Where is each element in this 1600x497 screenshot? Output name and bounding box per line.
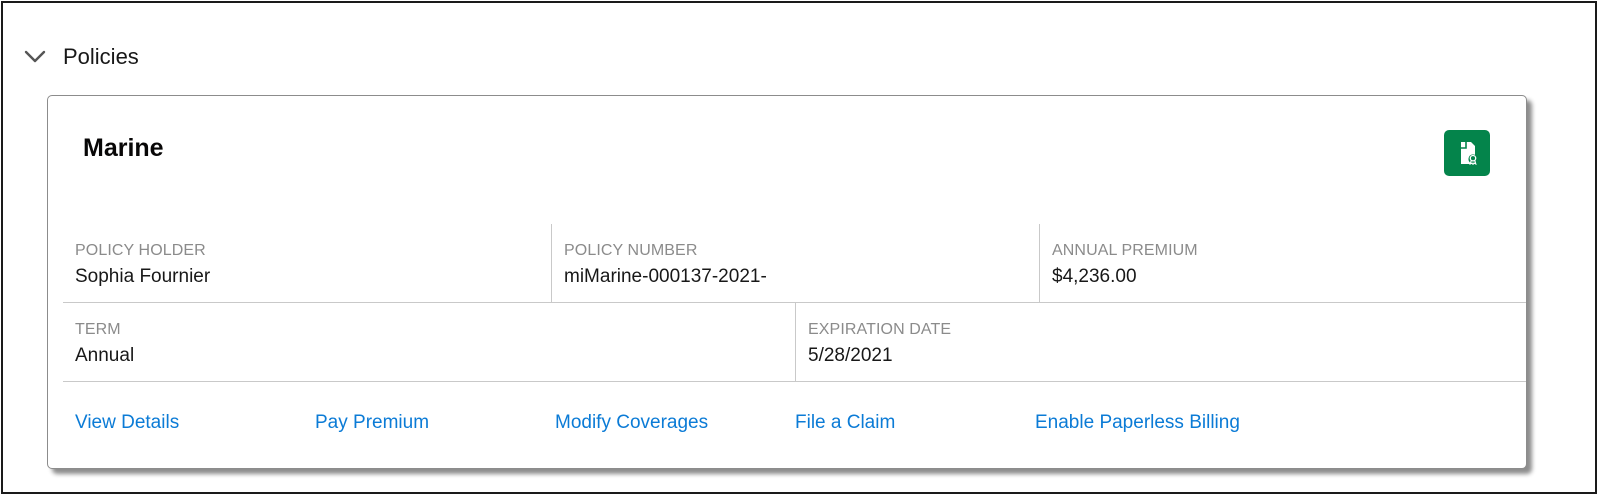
policy-number-field: POLICY NUMBER miMarine-000137-2021- <box>551 224 1039 302</box>
pay-premium-link[interactable]: Pay Premium <box>315 412 555 436</box>
chevron-down-icon[interactable] <box>23 45 47 69</box>
field-label: EXPIRATION DATE <box>808 321 952 338</box>
policy-details-row-1: POLICY HOLDER Sophia Fournier POLICY NUM… <box>63 224 1526 303</box>
expiration-date-field: EXPIRATION DATE 5/28/2021 <box>795 303 1526 381</box>
field-value: $4,236.00 <box>1052 266 1137 287</box>
field-value: miMarine-000137-2021- <box>564 266 767 287</box>
field-label: POLICY HOLDER <box>75 242 206 259</box>
policy-card: Marine POLICY HOLDER Sophia Fournier POL… <box>47 95 1527 469</box>
section-title: Policies <box>63 44 139 69</box>
policy-details-row-2: TERM Annual EXPIRATION DATE 5/28/2021 <box>63 303 1526 382</box>
field-label: ANNUAL PREMIUM <box>1052 242 1198 259</box>
term-field: TERM Annual <box>63 303 795 381</box>
policy-actions: View Details Pay Premium Modify Coverage… <box>75 412 1275 436</box>
modify-coverages-link[interactable]: Modify Coverages <box>555 412 795 436</box>
annual-premium-field: ANNUAL PREMIUM $4,236.00 <box>1039 224 1526 302</box>
policy-document-icon <box>1444 130 1490 176</box>
enable-paperless-billing-link[interactable]: Enable Paperless Billing <box>1035 412 1275 436</box>
view-details-link[interactable]: View Details <box>75 412 315 436</box>
file-a-claim-link[interactable]: File a Claim <box>795 412 1035 436</box>
app-frame: Policies Marine POLICY HOLDER Sophia Fou… <box>1 1 1597 494</box>
field-label: TERM <box>75 321 121 338</box>
field-label: POLICY NUMBER <box>564 242 698 259</box>
policy-holder-field: POLICY HOLDER Sophia Fournier <box>63 224 551 302</box>
policy-card-title: Marine <box>83 134 164 162</box>
field-value: Sophia Fournier <box>75 266 211 287</box>
field-value: Annual <box>75 345 135 366</box>
field-value: 5/28/2021 <box>808 345 893 366</box>
policies-section-toggle[interactable]: Policies <box>23 39 139 75</box>
